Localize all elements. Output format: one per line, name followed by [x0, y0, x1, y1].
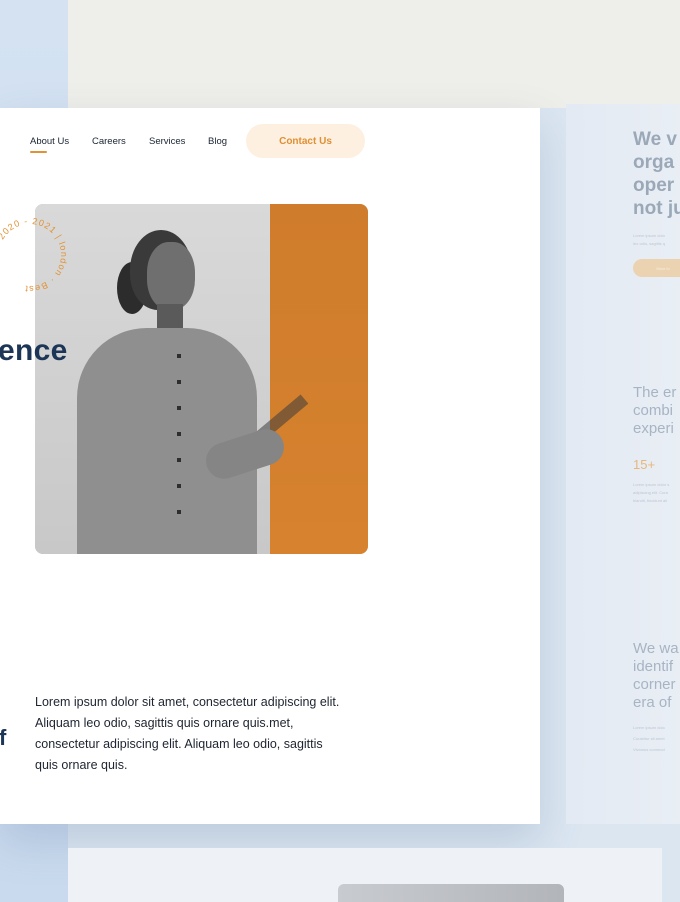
right-heading-line-4: not ju [633, 198, 680, 219]
section-heading-fragment: f [0, 725, 7, 750]
right-subhead-2-line-1: We wa [633, 640, 679, 657]
hero-heading-fragment: ence [0, 334, 68, 367]
right-bottom-text-2: Curabitur sit amet [633, 736, 665, 741]
right-heading-line-2: orga [633, 152, 675, 173]
right-stat-text-1: Lorem ipsum dolor s [633, 482, 670, 487]
right-subhead-1-line-2: combi [633, 402, 674, 419]
nav-services[interactable]: Services [149, 136, 185, 147]
svg-text:2020 - 2021 | london · Best: 2020 - 2021 | london · Best [0, 216, 69, 294]
right-body-text-2: leo odio, sagittis q [633, 241, 666, 246]
right-heading-line-1: We v [633, 129, 678, 150]
secondary-preview-card: We v orga oper not ju Lorem ipsum dolo l… [566, 104, 680, 824]
right-stat-text-2: adipiscing elit. Cura [633, 490, 668, 495]
photo-figure-buttons [177, 354, 181, 514]
photo-orange-panel [270, 204, 368, 554]
award-badge-ring: 2020 - 2021 | london · Best [0, 216, 69, 294]
contact-us-button[interactable]: Contact Us [246, 124, 365, 158]
right-subhead-1-line-1: The er [633, 384, 677, 401]
right-heading-line-3: oper [633, 175, 675, 196]
top-navigation: About Us Careers Services Blog Contact U… [0, 108, 540, 178]
photo-figure-face [147, 242, 195, 310]
nav-about-us[interactable]: About Us [30, 136, 69, 153]
badge-text: 2020 - 2021 | london · Best [0, 216, 68, 294]
right-subhead-2-line-4: era of [633, 694, 672, 711]
nav-careers[interactable]: Careers [92, 136, 126, 147]
right-stat-text-3: blandit, tincidunt ali [633, 498, 668, 503]
hero-photo [35, 204, 368, 554]
right-more-button[interactable]: More in [633, 259, 680, 277]
website-preview-card: About Us Careers Services Blog Contact U… [0, 108, 540, 824]
right-body-text-1: Lorem ipsum dolo [633, 233, 665, 238]
right-bottom-text-3: Vivamus commod [633, 747, 665, 752]
right-subhead-1-line-3: experi [633, 420, 674, 437]
right-stat-value: 15+ [633, 457, 656, 472]
nav-blog[interactable]: Blog [208, 136, 227, 147]
right-subhead-2-line-3: corner [633, 676, 676, 693]
hero-paragraph: Lorem ipsum dolor sit amet, consectetur … [35, 695, 340, 772]
background-top-panel [68, 0, 680, 108]
background-bottom-photo [338, 884, 564, 902]
right-bottom-text-1: Lorem ipsum dolo [633, 725, 665, 730]
right-subhead-2-line-2: identif [633, 658, 674, 675]
